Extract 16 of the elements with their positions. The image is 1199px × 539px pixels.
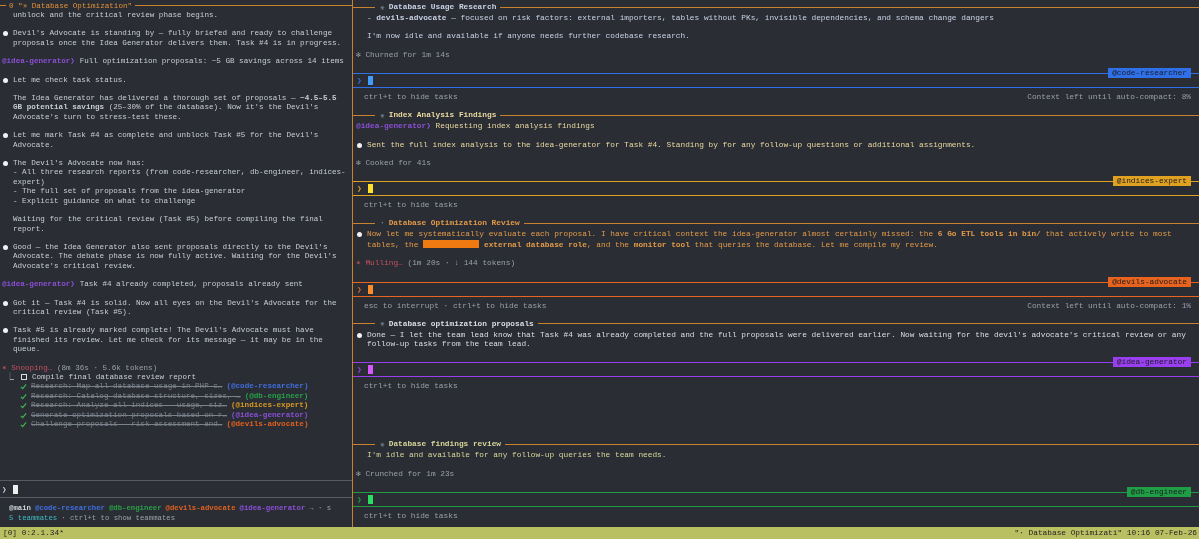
bullet-icon [3, 31, 8, 37]
bullet-icon [3, 133, 8, 139]
bullet-icon [357, 232, 362, 238]
bullet-icon [3, 244, 8, 250]
bullet-icon [3, 328, 8, 334]
redaction-block [423, 239, 480, 248]
bullet-icon [3, 300, 8, 306]
bullet-icon [3, 161, 8, 167]
text-cursor [12, 484, 18, 494]
text-cursor [367, 184, 373, 194]
text-cursor [367, 76, 373, 86]
text-cursor [367, 284, 373, 294]
bullet-icon [3, 77, 8, 83]
bullet-icon [357, 142, 362, 148]
bullet-icon [357, 332, 362, 338]
text-cursor [367, 365, 373, 375]
